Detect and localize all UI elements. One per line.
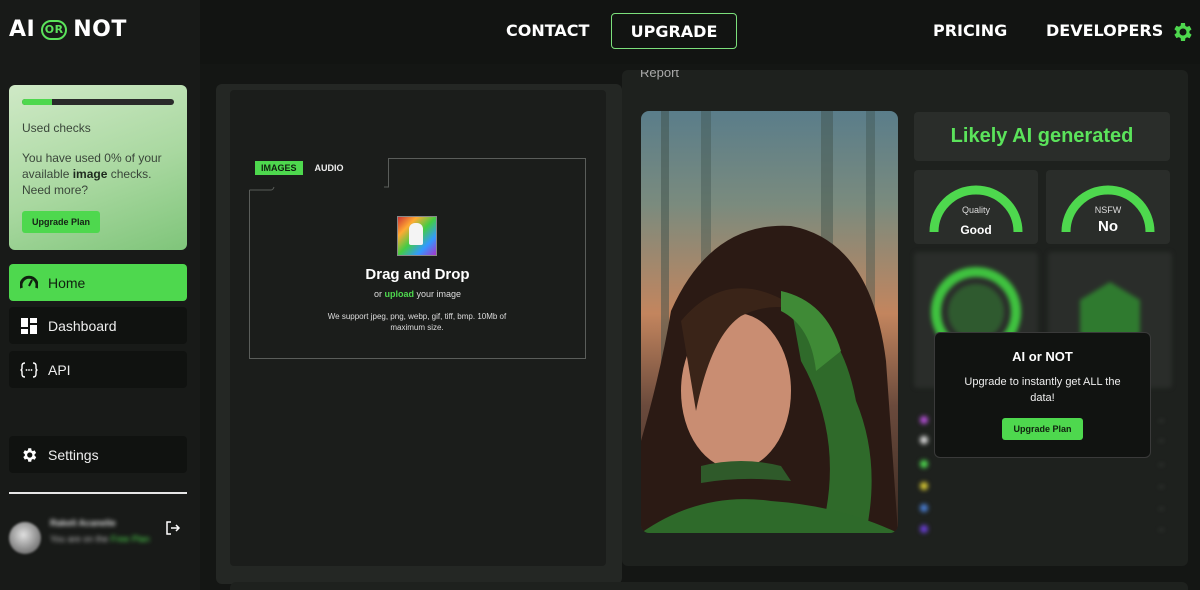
user-plan-name: Free Plan — [110, 534, 150, 544]
quality-value: Good — [960, 223, 992, 237]
drag-drop-title: Drag and Drop — [365, 266, 470, 283]
nsfw-value: No — [1098, 218, 1118, 235]
sidebar-item-label: Home — [48, 274, 86, 291]
popup-upgrade-plan-button[interactable]: Upgrade Plan — [1002, 418, 1083, 440]
sidebar-item-settings[interactable]: Settings — [9, 436, 187, 473]
sidebar: AI OR NOT Used checks You have used 0% o… — [0, 0, 200, 590]
upload-link[interactable]: upload — [384, 289, 414, 299]
list-item: -- — [920, 480, 1170, 492]
nav-developers-link[interactable]: DEVELOPERS — [1046, 21, 1163, 40]
media-tabs: IMAGES AUDIO — [255, 161, 350, 175]
popup-title: AI or NOT — [1012, 349, 1073, 364]
nav-contact-link[interactable]: CONTACT — [506, 21, 589, 40]
usage-progress-bar — [22, 99, 174, 105]
analyzed-image — [641, 111, 898, 533]
upgrade-plan-button[interactable]: Upgrade Plan — [22, 211, 101, 233]
user-name: Rakeli Acanelie — [50, 518, 116, 528]
sidebar-item-dashboard[interactable]: Dashboard — [9, 307, 187, 344]
popup-text: Upgrade to instantly get ALL the data! — [964, 376, 1121, 404]
supported-formats-text: We support jpeg, png, webp, gif, tiff, b… — [327, 312, 507, 332]
code-braces-icon — [20, 361, 38, 379]
sidebar-item-home[interactable]: Home — [9, 264, 187, 301]
list-item: -- — [920, 523, 1170, 535]
sidebar-item-label: Settings — [48, 446, 99, 463]
logo-not: NOT — [73, 17, 127, 42]
nsfw-gauge: NSFW No — [1046, 170, 1170, 244]
nsfw-label: NSFW — [1094, 205, 1122, 215]
sidebar-item-label: Dashboard — [48, 317, 117, 334]
report-label: Report — [640, 70, 680, 80]
drag-drop-sub-prefix: or — [373, 289, 385, 299]
verdict-box: Likely AI generated — [914, 112, 1170, 161]
tab-images[interactable]: IMAGES — [255, 161, 303, 175]
user-plan-prefix: You are on the — [50, 534, 111, 544]
avatar[interactable] — [9, 522, 41, 554]
sidebar-divider — [9, 492, 187, 494]
bottom-panel-edge — [230, 582, 1188, 590]
tab-audio[interactable]: AUDIO — [309, 161, 350, 175]
sidebar-item-label: API — [48, 361, 71, 378]
upload-image-icon — [397, 216, 437, 256]
gear-icon[interactable] — [1170, 20, 1194, 44]
usage-progress-fill — [22, 99, 53, 105]
nav-pricing-link[interactable]: PRICING — [933, 21, 1007, 40]
logo-or: OR — [41, 19, 68, 40]
logout-icon[interactable] — [165, 520, 181, 536]
app-logo[interactable]: AI OR NOT — [9, 17, 127, 42]
logo-ai: AI — [9, 17, 36, 42]
dashboard-icon — [20, 317, 38, 335]
quality-label: Quality — [961, 205, 990, 215]
usage-text: You have used 0% of your available image… — [22, 150, 174, 198]
usage-card: Used checks You have used 0% of your ava… — [9, 85, 187, 250]
list-item: -- — [920, 458, 1170, 470]
quality-gauge: Quality Good — [914, 170, 1038, 244]
drag-drop-subtitle: or upload your image — [249, 289, 586, 299]
usage-text-bold: image — [72, 167, 108, 181]
list-item: -- — [920, 502, 1170, 514]
speedometer-icon — [20, 274, 38, 292]
gear-icon — [20, 446, 38, 464]
user-profile: Rakeli Acanelie You are on the Free Plan — [9, 514, 189, 564]
sidebar-item-api[interactable]: API — [9, 351, 187, 388]
upgrade-popup: AI or NOT Upgrade to instantly get ALL t… — [934, 332, 1151, 458]
drag-drop-sub-suffix: your image — [413, 289, 462, 299]
user-plan: You are on the Free Plan — [50, 533, 155, 546]
nav-upgrade-button[interactable]: UPGRADE — [611, 13, 737, 49]
usage-title: Used checks — [22, 121, 91, 135]
